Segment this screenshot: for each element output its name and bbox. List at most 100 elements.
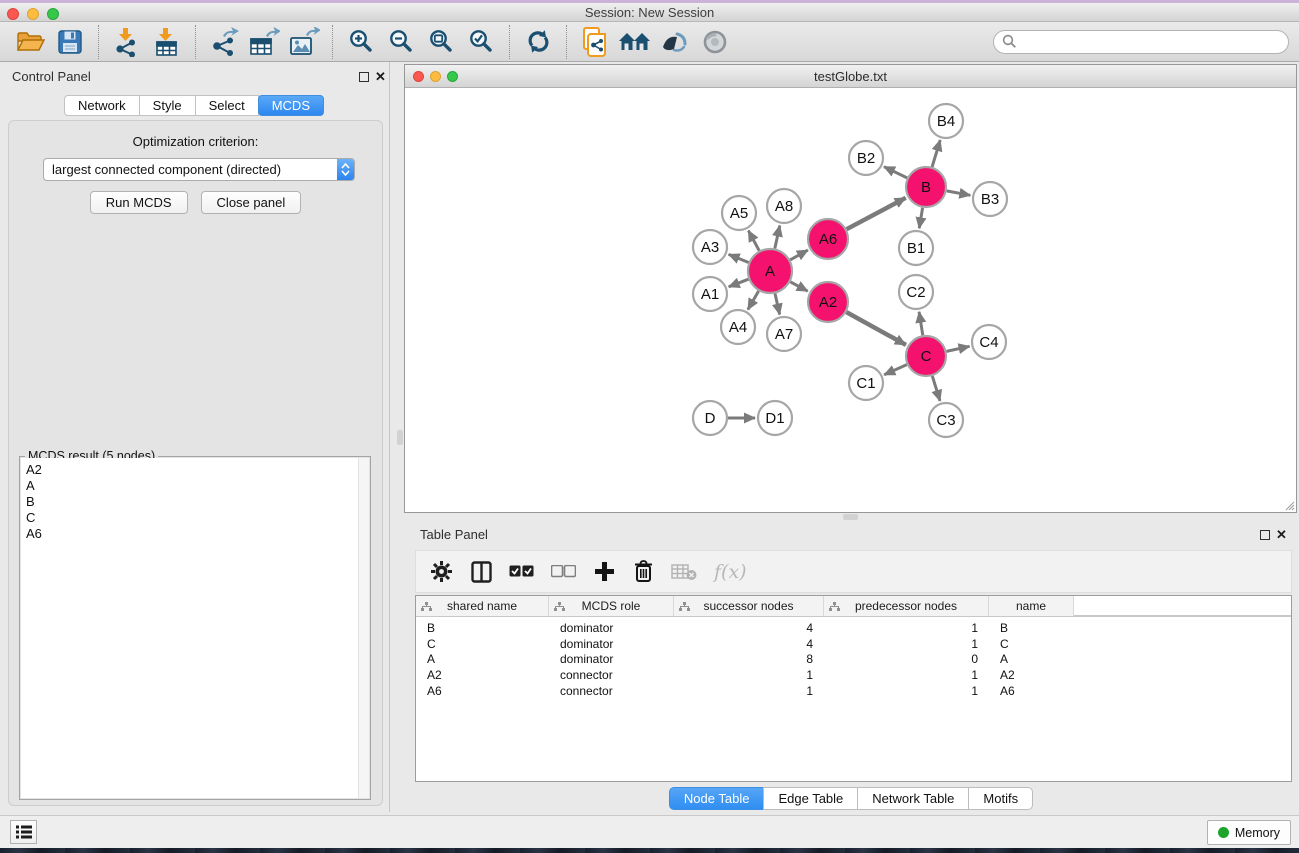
eye-icon[interactable] xyxy=(695,25,735,59)
cell-predecessor-nodes[interactable]: 1 xyxy=(824,668,989,682)
search-input[interactable] xyxy=(1017,34,1288,49)
network-document-icon[interactable] xyxy=(575,25,615,59)
cell-shared-name[interactable]: C xyxy=(416,637,549,651)
float-panel-icon[interactable] xyxy=(359,72,369,82)
edge-A-A3[interactable] xyxy=(729,254,749,262)
edge-A-A7[interactable] xyxy=(775,294,780,315)
export-table-icon[interactable] xyxy=(244,25,284,59)
delete-table-icon[interactable] xyxy=(671,559,697,585)
edge-B-B3[interactable] xyxy=(947,191,971,195)
criterion-dropdown[interactable]: largest connected component (directed) xyxy=(43,158,355,181)
deselect-all-checkboxes-icon[interactable] xyxy=(551,559,576,585)
visibility-toggle-icon[interactable] xyxy=(655,25,695,59)
edge-A-A6[interactable] xyxy=(790,250,808,260)
column-header-name[interactable]: name xyxy=(989,596,1074,616)
table-float-panel-icon[interactable] xyxy=(1260,530,1270,540)
mcds-result-item[interactable]: A xyxy=(26,478,369,494)
column-header-successor-nodes[interactable]: successor nodes xyxy=(674,596,824,616)
node-B1[interactable]: B1 xyxy=(899,231,933,265)
cell-successor-nodes[interactable]: 4 xyxy=(674,621,824,635)
edge-A-A4[interactable] xyxy=(748,291,759,310)
edge-A-A2[interactable] xyxy=(790,282,807,291)
edge-B-B4[interactable] xyxy=(932,140,940,167)
node-A6[interactable]: A6 xyxy=(808,219,848,259)
edge-A-A8[interactable] xyxy=(775,226,780,249)
column-header-predecessor-nodes[interactable]: predecessor nodes xyxy=(824,596,989,616)
cell-successor-nodes[interactable]: 8 xyxy=(674,652,824,666)
cell-mcds-role[interactable]: connector xyxy=(549,668,674,682)
edge-C-C3[interactable] xyxy=(932,376,940,401)
tab-node-table[interactable]: Node Table xyxy=(669,787,765,810)
add-column-icon[interactable] xyxy=(593,559,615,585)
node-B3[interactable]: B3 xyxy=(973,182,1007,216)
edge-B-B1[interactable] xyxy=(919,208,922,229)
cell-name[interactable]: B xyxy=(989,621,1074,635)
edge-C-C4[interactable] xyxy=(947,346,970,351)
cell-predecessor-nodes[interactable]: 1 xyxy=(824,684,989,698)
node-D1[interactable]: D1 xyxy=(758,401,792,435)
cell-mcds-role[interactable]: dominator xyxy=(549,652,674,666)
search-box[interactable] xyxy=(993,30,1289,54)
column-header-mcds-role[interactable]: MCDS role xyxy=(549,596,674,616)
tab-edge-table[interactable]: Edge Table xyxy=(763,787,858,810)
mcds-result-item[interactable]: A6 xyxy=(26,526,369,542)
table-row[interactable]: Adominator80A xyxy=(416,652,1291,668)
cell-mcds-role[interactable]: connector xyxy=(549,684,674,698)
cell-mcds-role[interactable]: dominator xyxy=(549,621,674,635)
node-D[interactable]: D xyxy=(693,401,727,435)
cell-predecessor-nodes[interactable]: 1 xyxy=(824,621,989,635)
cell-name[interactable]: A6 xyxy=(989,684,1074,698)
homes-icon[interactable] xyxy=(615,25,655,59)
table-settings-gear-icon[interactable] xyxy=(430,559,453,585)
node-A5[interactable]: A5 xyxy=(722,196,756,230)
run-mcds-button[interactable]: Run MCDS xyxy=(90,191,188,214)
cell-successor-nodes[interactable]: 1 xyxy=(674,684,824,698)
tab-select[interactable]: Select xyxy=(195,95,259,116)
task-history-button[interactable] xyxy=(10,820,37,844)
refresh-layout-icon[interactable] xyxy=(518,25,558,59)
column-header-shared-name[interactable]: shared name xyxy=(416,596,549,616)
export-image-icon[interactable] xyxy=(284,25,324,59)
table-row[interactable]: A2connector11A2 xyxy=(416,667,1291,683)
save-session-icon[interactable] xyxy=(50,25,90,59)
mcds-list-scrollbar[interactable] xyxy=(358,458,369,798)
table-row[interactable]: Bdominator41B xyxy=(416,620,1291,636)
close-panel-icon[interactable]: ✕ xyxy=(375,69,386,85)
edge-A-A1[interactable] xyxy=(729,279,749,287)
tab-network[interactable]: Network xyxy=(64,95,140,116)
memory-button[interactable]: Memory xyxy=(1207,820,1291,845)
node-C[interactable]: C xyxy=(906,336,946,376)
edge-A2-C[interactable] xyxy=(846,312,906,345)
mcds-result-item[interactable]: A2 xyxy=(26,462,369,478)
table-row[interactable]: Cdominator41C xyxy=(416,636,1291,652)
mcds-result-item[interactable]: B xyxy=(26,494,369,510)
node-C1[interactable]: C1 xyxy=(849,366,883,400)
import-table-icon[interactable] xyxy=(147,25,187,59)
node-A4[interactable]: A4 xyxy=(721,310,755,344)
cell-name[interactable]: A2 xyxy=(989,668,1074,682)
show-columns-icon[interactable] xyxy=(470,559,492,585)
node-A8[interactable]: A8 xyxy=(767,189,801,223)
cell-shared-name[interactable]: A6 xyxy=(416,684,549,698)
cell-mcds-role[interactable]: dominator xyxy=(549,637,674,651)
cell-shared-name[interactable]: A xyxy=(416,652,549,666)
import-network-icon[interactable] xyxy=(107,25,147,59)
network-canvas[interactable]: AA1A2A3A4A5A6A7A8BB1B2B3B4CC1C2C3C4DD1 xyxy=(405,88,1296,512)
delete-column-trash-icon[interactable] xyxy=(632,559,654,585)
node-A7[interactable]: A7 xyxy=(767,317,801,351)
open-file-icon[interactable] xyxy=(10,25,50,59)
node-B[interactable]: B xyxy=(906,167,946,207)
tab-motifs[interactable]: Motifs xyxy=(968,787,1033,810)
node-A[interactable]: A xyxy=(748,249,792,293)
cell-successor-nodes[interactable]: 4 xyxy=(674,637,824,651)
edge-A6-B[interactable] xyxy=(847,198,906,229)
cell-predecessor-nodes[interactable]: 1 xyxy=(824,637,989,651)
zoom-in-icon[interactable] xyxy=(341,25,381,59)
node-A2[interactable]: A2 xyxy=(808,282,848,322)
cell-predecessor-nodes[interactable]: 0 xyxy=(824,652,989,666)
select-all-checkboxes-icon[interactable] xyxy=(509,559,534,585)
cell-shared-name[interactable]: A2 xyxy=(416,668,549,682)
export-network-icon[interactable] xyxy=(204,25,244,59)
tab-style[interactable]: Style xyxy=(139,95,196,116)
zoom-selected-icon[interactable] xyxy=(461,25,501,59)
